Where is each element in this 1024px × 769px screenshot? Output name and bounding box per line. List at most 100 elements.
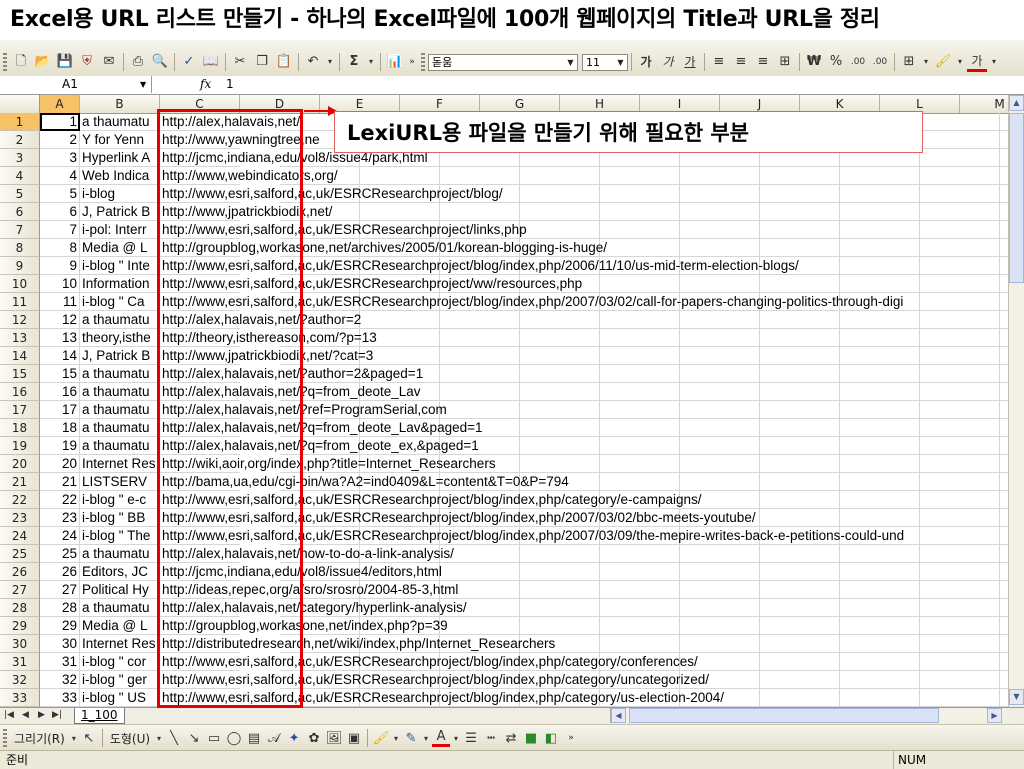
cell-empty[interactable] bbox=[840, 401, 920, 419]
permission-icon[interactable]: ⛨ bbox=[77, 52, 97, 72]
cell-url[interactable]: http://www,esri,salford,ac,uk/ESRCResear… bbox=[160, 491, 702, 509]
line-style-icon[interactable]: ☰ bbox=[462, 729, 480, 747]
toolbar-options-icon[interactable]: » bbox=[407, 52, 417, 72]
cell-empty[interactable] bbox=[840, 617, 920, 635]
cell-title[interactable]: i-blog " ger bbox=[80, 671, 160, 689]
cell-empty[interactable] bbox=[520, 203, 600, 221]
row-header[interactable]: 4 bbox=[0, 167, 40, 185]
cell-empty[interactable] bbox=[920, 383, 1000, 401]
cell-empty[interactable] bbox=[760, 275, 840, 293]
cell-empty[interactable] bbox=[920, 275, 1000, 293]
cell-index[interactable]: 18 bbox=[40, 419, 80, 437]
cell-empty[interactable] bbox=[600, 167, 680, 185]
decrease-decimal-button[interactable]: .00 bbox=[870, 52, 890, 72]
row-header[interactable]: 8 bbox=[0, 239, 40, 257]
cell-empty[interactable] bbox=[440, 311, 520, 329]
cell-empty[interactable] bbox=[680, 455, 760, 473]
cell-title[interactable]: a thaumatu bbox=[80, 599, 160, 617]
cell-empty[interactable] bbox=[760, 581, 840, 599]
insert-image-icon[interactable]: ▣ bbox=[345, 729, 363, 747]
cell-empty[interactable] bbox=[440, 563, 520, 581]
cell-url[interactable]: http://www,jpatrickbiodix,net/ bbox=[160, 203, 332, 221]
cell-empty[interactable] bbox=[840, 473, 920, 491]
cell-title[interactable]: a thaumatu bbox=[80, 311, 160, 329]
cell-empty[interactable] bbox=[680, 347, 760, 365]
cell-empty[interactable] bbox=[920, 581, 1000, 599]
cell-empty[interactable] bbox=[920, 167, 1000, 185]
cell-title[interactable]: a thaumatu bbox=[80, 545, 160, 563]
cell-url[interactable]: http://wiki,aoir,org/index,php?title=Int… bbox=[160, 455, 496, 473]
cell-empty[interactable] bbox=[680, 365, 760, 383]
cell-title[interactable]: i-blog " BB bbox=[80, 509, 160, 527]
cell-title[interactable]: Media @ L bbox=[80, 239, 160, 257]
cell-empty[interactable] bbox=[920, 113, 1000, 131]
cell-empty[interactable] bbox=[600, 311, 680, 329]
cell-empty[interactable] bbox=[920, 239, 1000, 257]
cell-index[interactable]: 13 bbox=[40, 329, 80, 347]
cell-empty[interactable] bbox=[920, 509, 1000, 527]
bold-button[interactable]: 가 bbox=[636, 52, 656, 72]
diagram-icon[interactable]: ✦ bbox=[285, 729, 303, 747]
borders-icon[interactable]: ⊞ bbox=[899, 52, 919, 72]
cell-empty[interactable] bbox=[920, 689, 1000, 707]
cell-url[interactable]: http://www,esri,salford,ac,uk/ESRCResear… bbox=[160, 293, 903, 311]
cell-empty[interactable] bbox=[680, 185, 760, 203]
cell-empty[interactable] bbox=[920, 671, 1000, 689]
chevron-down-icon[interactable]: ▾ bbox=[70, 729, 78, 747]
cell-empty[interactable] bbox=[520, 383, 600, 401]
cell-empty[interactable] bbox=[760, 455, 840, 473]
cell-empty[interactable] bbox=[680, 617, 760, 635]
cell-index[interactable]: 21 bbox=[40, 473, 80, 491]
prev-sheet-icon[interactable]: ◀ bbox=[22, 708, 29, 723]
cell-empty[interactable] bbox=[680, 599, 760, 617]
row-header[interactable]: 27 bbox=[0, 581, 40, 599]
cell-empty[interactable] bbox=[600, 455, 680, 473]
cell-empty[interactable] bbox=[840, 167, 920, 185]
cell-empty[interactable] bbox=[520, 311, 600, 329]
cell-empty[interactable] bbox=[760, 239, 840, 257]
cell-empty[interactable] bbox=[840, 653, 920, 671]
cell-empty[interactable] bbox=[840, 545, 920, 563]
row-header[interactable]: 31 bbox=[0, 653, 40, 671]
cell-title[interactable]: Editors, JC bbox=[80, 563, 160, 581]
formula-input[interactable]: 1 bbox=[226, 76, 234, 93]
font-color-icon[interactable]: A bbox=[432, 729, 451, 747]
cell-empty[interactable] bbox=[840, 383, 920, 401]
cell-title[interactable]: a thaumatu bbox=[80, 365, 160, 383]
increase-decimal-button[interactable]: .00 bbox=[848, 52, 868, 72]
cell-empty[interactable] bbox=[760, 491, 840, 509]
new-file-icon[interactable]: 🗋 bbox=[11, 52, 31, 72]
cell-empty[interactable] bbox=[440, 617, 520, 635]
chevron-down-icon[interactable]: ▼ bbox=[140, 76, 146, 93]
cell-empty[interactable] bbox=[760, 329, 840, 347]
cell-index[interactable]: 25 bbox=[40, 545, 80, 563]
cell-empty[interactable] bbox=[440, 167, 520, 185]
row-header[interactable]: 17 bbox=[0, 401, 40, 419]
cell-title[interactable]: a thaumatu bbox=[80, 383, 160, 401]
cell-empty[interactable] bbox=[760, 509, 840, 527]
cell-empty[interactable] bbox=[760, 437, 840, 455]
cell-title[interactable]: i-blog " e-c bbox=[80, 491, 160, 509]
cell-empty[interactable] bbox=[840, 689, 920, 707]
row-header[interactable]: 13 bbox=[0, 329, 40, 347]
cell-title[interactable]: i-blog " Ca bbox=[80, 293, 160, 311]
align-center-icon[interactable]: ≡ bbox=[731, 52, 751, 72]
cell-index[interactable]: 22 bbox=[40, 491, 80, 509]
cell-empty[interactable] bbox=[520, 545, 600, 563]
cell-empty[interactable] bbox=[600, 473, 680, 491]
scroll-right-icon[interactable]: ▶ bbox=[987, 708, 1002, 723]
cell-index[interactable]: 7 bbox=[40, 221, 80, 239]
cell-url[interactable]: http://alex,halavais,net/category/hyperl… bbox=[160, 599, 467, 617]
first-sheet-icon[interactable]: |◀ bbox=[4, 708, 14, 723]
cell-title[interactable]: i-blog " cor bbox=[80, 653, 160, 671]
cell-empty[interactable] bbox=[680, 563, 760, 581]
cell-empty[interactable] bbox=[920, 437, 1000, 455]
cell-empty[interactable] bbox=[360, 311, 440, 329]
rectangle-icon[interactable]: ▭ bbox=[205, 729, 223, 747]
percent-button[interactable]: % bbox=[826, 52, 846, 72]
cell-index[interactable]: 20 bbox=[40, 455, 80, 473]
cell-empty[interactable] bbox=[920, 221, 1000, 239]
cell-empty[interactable] bbox=[440, 203, 520, 221]
cell-empty[interactable] bbox=[920, 617, 1000, 635]
cell-index[interactable]: 32 bbox=[40, 671, 80, 689]
